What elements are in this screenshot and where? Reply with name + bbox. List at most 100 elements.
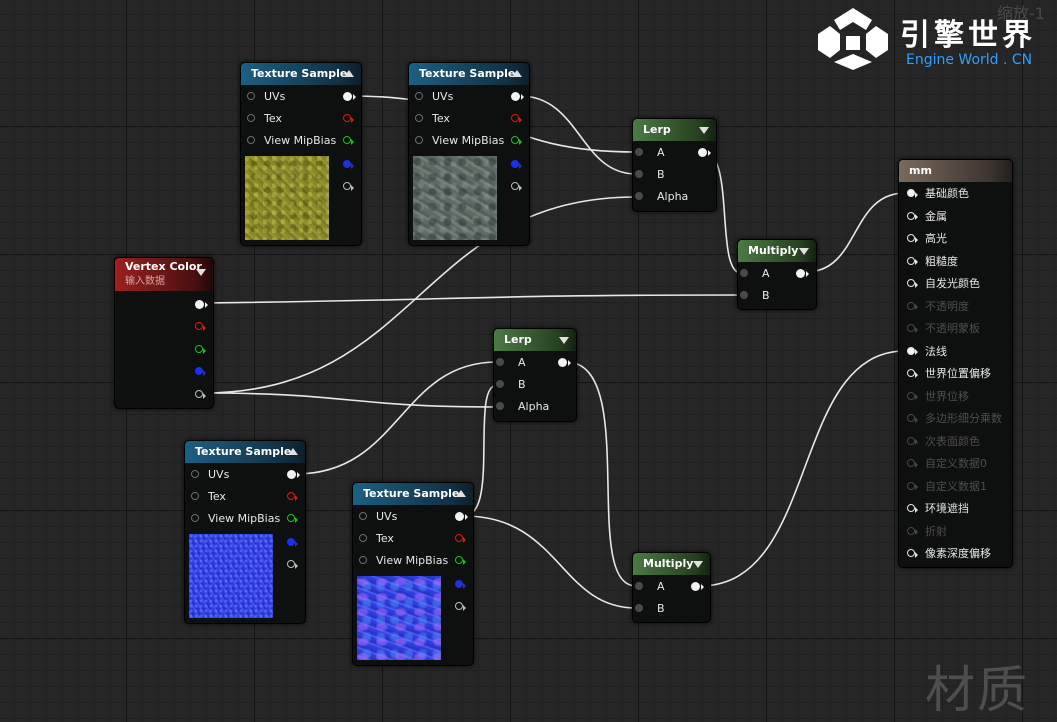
input-pin-icon[interactable] (359, 512, 367, 520)
material-result-node[interactable]: mm 基础颜色 金属 高光 粗糙度 自发光颜色 不透明度 不透明蒙板 法线 世界位置偏移 世界位移… (898, 159, 1013, 568)
material-input-pin-icon[interactable] (907, 279, 918, 288)
material-input-pin-icon[interactable] (907, 346, 918, 355)
output-pin-a-icon[interactable] (455, 602, 466, 611)
input-pin-icon[interactable] (635, 582, 643, 590)
input-pin-icon[interactable] (635, 148, 643, 156)
input-pin-icon[interactable] (359, 534, 367, 542)
output-pin-r-icon[interactable] (343, 114, 354, 123)
output-pin-g-icon[interactable] (343, 136, 354, 145)
output-pin-a-icon[interactable] (511, 182, 522, 191)
input-pin-icon[interactable] (496, 358, 504, 366)
input-pin-icon[interactable] (247, 114, 255, 122)
texture-sample-node-4[interactable]: Texture Sample UVs Tex View MipBias (352, 482, 474, 666)
output-pin-rgb-icon[interactable] (343, 92, 356, 101)
output-pin-icon[interactable] (796, 269, 809, 278)
pin-label: Tex (432, 112, 450, 125)
input-pin-icon[interactable] (496, 402, 504, 410)
output-pin-rgb-icon[interactable] (455, 512, 468, 521)
output-pin-a-icon[interactable] (287, 560, 298, 569)
collapse-arrow-icon[interactable] (288, 448, 298, 455)
node-title-bar[interactable]: Vertex Color 输入数据 (115, 258, 213, 291)
output-pin-r-icon[interactable] (455, 534, 466, 543)
input-pin-icon[interactable] (247, 136, 255, 144)
material-pin-label: 法线 (925, 344, 947, 358)
output-pin-rgb-icon[interactable] (195, 300, 208, 309)
texture-sample-node-2[interactable]: Texture Sample UVs Tex View MipBias (408, 62, 530, 246)
collapse-arrow-icon[interactable] (344, 70, 354, 77)
output-pin-a-icon[interactable] (195, 390, 206, 399)
lerp-node-2[interactable]: Lerp A B Alpha (493, 328, 577, 422)
pin-row-a: A (496, 352, 574, 374)
material-input-pin-icon (907, 324, 918, 333)
input-pin-icon[interactable] (635, 192, 643, 200)
input-pin-icon[interactable] (191, 514, 199, 522)
collapse-arrow-icon[interactable] (559, 337, 569, 344)
input-pin-icon[interactable] (635, 170, 643, 178)
output-pin-b-icon[interactable] (287, 538, 298, 547)
output-pin-r-icon[interactable] (195, 322, 206, 331)
texture-sample-node-3[interactable]: Texture Sample UVs Tex View MipBias (184, 440, 306, 624)
node-title-bar[interactable]: Multiply (738, 240, 816, 262)
material-input-pin-icon[interactable] (907, 211, 918, 220)
output-pin-b-icon[interactable] (343, 160, 354, 169)
output-pin-b-icon[interactable] (195, 367, 206, 376)
material-input-pin-icon[interactable] (907, 256, 918, 265)
input-pin-icon[interactable] (415, 136, 423, 144)
output-pin-rgb-icon[interactable] (287, 470, 300, 479)
input-pin-icon[interactable] (359, 556, 367, 564)
node-title-bar[interactable]: Texture Sample (185, 441, 305, 463)
collapse-arrow-icon[interactable] (456, 490, 466, 497)
input-pin-icon[interactable] (415, 114, 423, 122)
multiply-node-1[interactable]: Multiply A B (737, 239, 817, 310)
output-pin-r-icon[interactable] (287, 492, 298, 501)
output-pin-icon[interactable] (698, 148, 711, 157)
material-input-pin-icon[interactable] (907, 369, 918, 378)
output-pin-a-icon[interactable] (343, 182, 354, 191)
collapse-arrow-icon[interactable] (512, 70, 522, 77)
multiply-node-2[interactable]: Multiply A B (632, 552, 711, 623)
output-pin-r-icon[interactable] (511, 114, 522, 123)
output-pin-icon[interactable] (691, 582, 704, 591)
lerp-node-1[interactable]: Lerp A B Alpha (632, 118, 717, 212)
output-pin-g-icon[interactable] (455, 556, 466, 565)
engine-world-logo-icon (818, 8, 888, 70)
input-pin-icon[interactable] (635, 604, 643, 612)
texture-sample-node-1[interactable]: Texture Sample UVs Tex View MipBias (240, 62, 362, 246)
node-title-bar[interactable]: Multiply (633, 553, 710, 575)
material-input-pin-icon[interactable] (907, 234, 918, 243)
node-title-bar[interactable]: Texture Sample (353, 483, 473, 505)
collapse-arrow-icon[interactable] (196, 269, 206, 276)
input-pin-icon[interactable] (247, 92, 255, 100)
output-pin-g-icon[interactable] (287, 514, 298, 523)
input-pin-icon[interactable] (415, 92, 423, 100)
output-pin-b-icon[interactable] (511, 160, 522, 169)
collapse-arrow-icon[interactable] (699, 127, 709, 134)
pin-label: Tex (208, 490, 226, 503)
material-input-pin-icon[interactable] (907, 549, 918, 558)
input-pin-icon[interactable] (496, 380, 504, 388)
vertex-color-node[interactable]: Vertex Color 输入数据 (114, 257, 214, 409)
output-pin-g-icon[interactable] (195, 345, 206, 354)
collapse-arrow-icon[interactable] (693, 561, 703, 568)
material-pin-row: 基础颜色 (907, 183, 1007, 205)
node-title-bar[interactable]: Texture Sample (409, 63, 529, 85)
output-pin-icon[interactable] (558, 358, 571, 367)
input-pin-icon[interactable] (191, 470, 199, 478)
output-pin-b-icon[interactable] (455, 580, 466, 589)
collapse-arrow-icon[interactable] (799, 248, 809, 255)
pin-label: Tex (264, 112, 282, 125)
material-pin-label: 世界位移 (925, 389, 969, 403)
output-pin-rgb-icon[interactable] (511, 92, 524, 101)
node-title-bar[interactable]: mm (899, 160, 1012, 182)
wire-tex2-uvs-to-lerp1-b (519, 95, 637, 175)
input-pin-icon[interactable] (740, 269, 748, 277)
pin-row-a: A (635, 576, 707, 598)
node-title-bar[interactable]: Lerp (633, 119, 716, 141)
input-pin-icon[interactable] (191, 492, 199, 500)
material-input-pin-icon[interactable] (907, 504, 918, 513)
input-pin-icon[interactable] (740, 291, 748, 299)
node-title-bar[interactable]: Texture Sample (241, 63, 361, 85)
node-title-bar[interactable]: Lerp (494, 329, 576, 351)
material-input-pin-icon[interactable] (907, 189, 918, 198)
output-pin-g-icon[interactable] (511, 136, 522, 145)
